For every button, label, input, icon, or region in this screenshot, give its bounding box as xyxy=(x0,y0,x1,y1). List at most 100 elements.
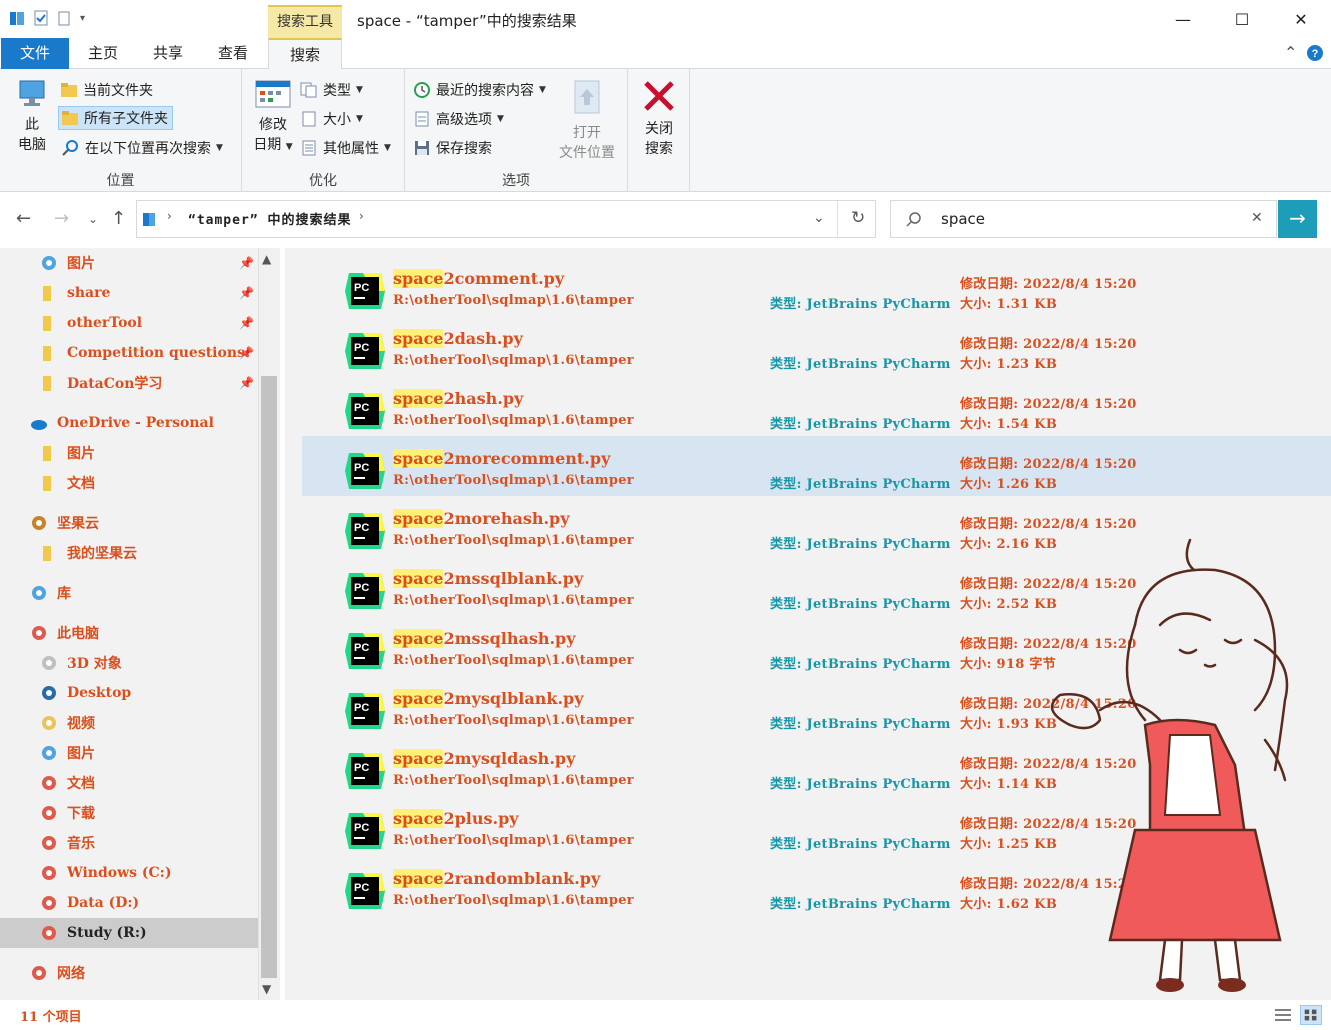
nav-item[interactable]: Desktop xyxy=(0,678,258,708)
advanced-options-button[interactable]: 高级选项 ▼ xyxy=(413,107,504,131)
file-row[interactable]: PC space2comment.py R:\otherTool\sqlmap\1.… xyxy=(302,256,1331,316)
breadcrumb-search-results[interactable]: “tamper” 中的搜索结果 xyxy=(188,209,351,228)
open-location-label-2: 文件位置 xyxy=(559,145,615,161)
other-properties-button[interactable]: 其他属性 ▼ xyxy=(300,136,391,160)
nav-item[interactable]: 坚果云 xyxy=(0,508,258,538)
open-file-location-button[interactable]: 打开 文件位置 xyxy=(553,79,621,163)
size-button[interactable]: 大小 ▼ xyxy=(300,107,363,131)
minimize-button[interactable]: — xyxy=(1153,0,1213,38)
close-search-button[interactable]: 关闭 搜索 xyxy=(636,79,682,159)
close-search-icon xyxy=(644,81,674,111)
tab-home[interactable]: 主页 xyxy=(80,38,126,69)
back-arrow-icon[interactable]: ← xyxy=(16,208,31,229)
file-name[interactable]: space2randomblank.py xyxy=(393,869,600,888)
recent-locations-chevron-icon[interactable]: ⌄ xyxy=(88,212,98,226)
nav-item[interactable]: OneDrive - Personal xyxy=(0,408,258,438)
file-row[interactable]: PC space2morecomment.py R:\otherTool\sqlma… xyxy=(302,436,1331,496)
explorer-app-icon[interactable] xyxy=(8,9,26,27)
nav-item[interactable]: 图片 xyxy=(0,438,258,468)
file-name[interactable]: space2morehash.py xyxy=(393,509,570,528)
tab-share[interactable]: 共享 xyxy=(145,38,191,69)
forward-arrow-icon[interactable]: → xyxy=(54,208,69,229)
breadcrumb-chevron-icon[interactable]: › xyxy=(359,209,364,223)
search-again-button[interactable]: 在以下位置再次搜索 ▼ xyxy=(62,136,223,160)
help-icon[interactable]: ? xyxy=(1306,44,1324,62)
all-subfolders-button[interactable]: 所有子文件夹 xyxy=(58,106,173,130)
file-name[interactable]: space2dash.py xyxy=(393,329,523,348)
nav-item[interactable]: 下载 xyxy=(0,798,258,828)
search-box[interactable]: space ✕ xyxy=(890,200,1277,238)
file-name[interactable]: space2mssqlhash.py xyxy=(393,629,576,648)
current-folder-button[interactable]: 当前文件夹 xyxy=(60,78,153,102)
search-input[interactable]: space xyxy=(941,210,985,228)
new-folder-icon[interactable] xyxy=(56,9,74,27)
tab-search[interactable]: 搜索 xyxy=(268,38,342,70)
nav-item[interactable]: otherTool 📌 xyxy=(0,308,258,338)
nav-item[interactable]: Windows (C:) xyxy=(0,858,258,888)
nav-item[interactable]: 视频 xyxy=(0,708,258,738)
pin-icon[interactable]: 📌 xyxy=(239,286,254,300)
file-path: R:\otherTool\sqlmap\1.6\tamper xyxy=(393,353,634,368)
nav-item[interactable]: DataCon学习 📌 xyxy=(0,368,258,398)
nav-item[interactable]: Competition questions 📌 xyxy=(0,338,258,368)
up-arrow-icon[interactable]: ↑ xyxy=(111,208,126,229)
nav-item[interactable]: Data (D:) xyxy=(0,888,258,918)
nav-item[interactable]: share 📌 xyxy=(0,278,258,308)
recent-searches-button[interactable]: 最近的搜索内容 ▼ xyxy=(413,78,546,102)
group-options-label: 选项 xyxy=(502,173,530,189)
nav-item[interactable]: 我的坚果云 xyxy=(0,538,258,568)
refresh-icon[interactable]: ↻ xyxy=(851,208,865,228)
tab-view[interactable]: 查看 xyxy=(210,38,256,69)
save-search-button[interactable]: 保存搜索 xyxy=(413,136,492,160)
nav-item[interactable]: 图片 xyxy=(0,738,258,768)
file-name[interactable]: space2morecomment.py xyxy=(393,449,610,468)
file-row[interactable]: PC space2hash.py R:\otherTool\sqlmap\1.6\t… xyxy=(302,376,1331,436)
file-name[interactable]: space2mssqlblank.py xyxy=(393,569,583,588)
advanced-options-label: 高级选项 xyxy=(436,112,492,128)
nav-item[interactable]: 网络 xyxy=(0,958,258,988)
all-subfolders-label: 所有子文件夹 xyxy=(84,111,168,127)
address-dropdown-icon[interactable]: ⌄ xyxy=(813,210,825,226)
close-window-button[interactable]: ✕ xyxy=(1271,0,1331,38)
nav-item[interactable]: Study (R:) xyxy=(0,918,258,948)
kind-button[interactable]: 类型 ▼ xyxy=(300,78,363,102)
folder-icon xyxy=(43,446,51,461)
details-view-icon[interactable] xyxy=(1272,1005,1294,1025)
scroll-up-icon[interactable]: ▲ xyxy=(262,252,271,266)
pin-icon[interactable]: 📌 xyxy=(239,256,254,270)
breadcrumb-chevron-icon[interactable]: › xyxy=(167,209,172,223)
date-modified-button[interactable]: 修改 日期 ▼ xyxy=(250,79,296,157)
nav-item[interactable]: 文档 xyxy=(0,468,258,498)
tiles-view-icon[interactable] xyxy=(1300,1005,1322,1025)
nav-item[interactable]: 图片 📌 xyxy=(0,248,258,278)
file-name[interactable]: space2comment.py xyxy=(393,269,564,288)
file-row[interactable]: PC space2dash.py R:\otherTool\sqlmap\1.6\t… xyxy=(302,316,1331,376)
nav-scrollbar-thumb[interactable] xyxy=(261,376,277,978)
file-type: 类型: JetBrains PyCharm xyxy=(770,837,951,852)
nav-item[interactable]: 库 xyxy=(0,578,258,608)
group-location: 此 电脑 当前文件夹 所有子文件夹 在以下位置再次搜索 ▼ 位置 xyxy=(0,69,242,192)
maximize-button[interactable]: ☐ xyxy=(1212,0,1272,38)
file-name[interactable]: space2hash.py xyxy=(393,389,523,408)
customize-qa-dropdown-icon[interactable]: ▾ xyxy=(80,13,85,24)
tab-file[interactable]: 文件 xyxy=(1,38,69,69)
search-go-button[interactable]: → xyxy=(1278,200,1317,238)
file-name[interactable]: space2plus.py xyxy=(393,809,519,828)
nav-item-label: 3D 对象 xyxy=(67,656,122,672)
svg-text:PC: PC xyxy=(354,642,369,654)
properties-icon[interactable] xyxy=(32,9,50,27)
file-name[interactable]: space2mysqldash.py xyxy=(393,749,575,768)
clear-search-icon[interactable]: ✕ xyxy=(1251,210,1263,226)
scroll-down-icon[interactable]: ▼ xyxy=(262,982,271,996)
nav-item[interactable]: 此电脑 xyxy=(0,618,258,648)
file-name[interactable]: space2mysqlblank.py xyxy=(393,689,584,708)
pin-icon[interactable]: 📌 xyxy=(239,346,254,360)
collapse-ribbon-icon[interactable]: ⌃ xyxy=(1284,43,1297,62)
nav-item[interactable]: 3D 对象 xyxy=(0,648,258,678)
nav-item[interactable]: 文档 xyxy=(0,768,258,798)
pin-icon[interactable]: 📌 xyxy=(239,316,254,330)
ribbon-tab-row: 文件 主页 共享 查看 搜索 ⌃ ? xyxy=(0,38,1331,70)
pin-icon[interactable]: 📌 xyxy=(239,376,254,390)
nav-item[interactable]: 音乐 xyxy=(0,828,258,858)
this-pc-button[interactable]: 此 电脑 xyxy=(10,79,54,155)
